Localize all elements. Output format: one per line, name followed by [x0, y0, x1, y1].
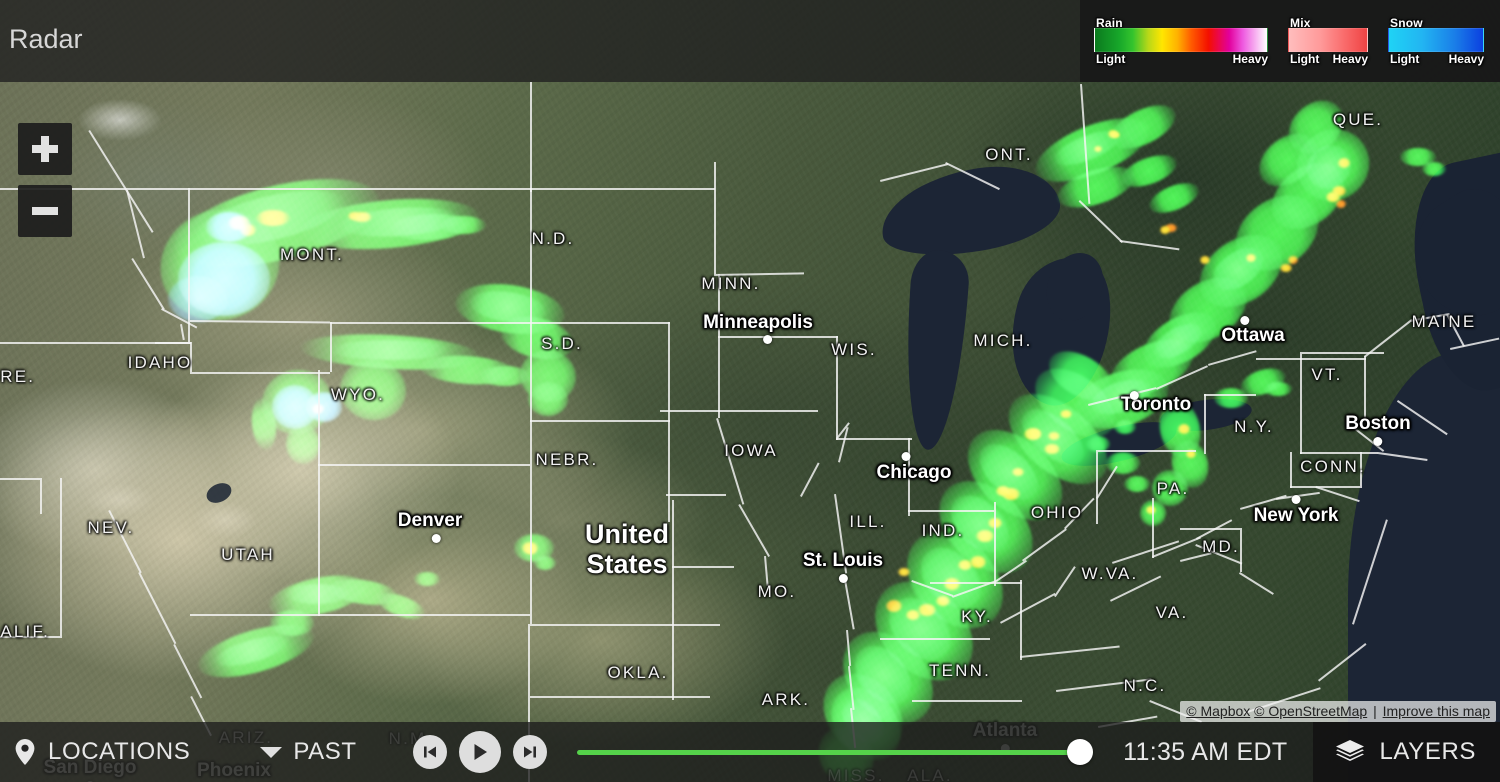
zoom-out-button[interactable] — [18, 185, 72, 237]
timeline-slider[interactable] — [576, 722, 1094, 782]
playback-controls — [412, 731, 547, 773]
zoom-controls — [18, 123, 72, 237]
radar-map-app: MONT. N.D. MINN. S.D. WIS. MICH. ONT. QUE. IDAHO… — [0, 0, 1500, 782]
skip-back-icon — [423, 746, 436, 758]
timeline-track[interactable] — [576, 749, 1094, 755]
skip-forward-icon — [523, 746, 536, 758]
minus-icon — [32, 207, 58, 215]
page-title: Radar — [9, 24, 83, 54]
zoom-in-button[interactable] — [18, 123, 72, 175]
mix-gradient-bar — [1288, 28, 1368, 52]
plus-icon — [32, 136, 58, 162]
legend-snow-light-label: Light — [1390, 52, 1420, 66]
bottom-control-bar: LOCATIONS PAST 11:35 AM EDT LAYERS — [0, 722, 1500, 782]
attribution-separator: | — [1373, 703, 1377, 719]
legend-rain-light-label: Light — [1096, 52, 1126, 66]
layers-label: LAYERS — [1379, 738, 1476, 765]
time-display: 11:35 AM EDT — [1123, 737, 1288, 766]
attribution-mapbox-link[interactable]: © Mapbox — [1186, 703, 1250, 719]
past-label: PAST — [293, 738, 357, 765]
locations-button[interactable]: LOCATIONS — [0, 722, 208, 782]
attribution-improve-link[interactable]: Improve this map — [1383, 703, 1490, 719]
legend-mix-light-label: Light — [1290, 52, 1320, 66]
past-dropdown-button[interactable]: PAST — [242, 722, 374, 782]
legend-rain-heavy-label: Heavy — [1232, 52, 1268, 66]
attribution-osm-link[interactable]: © OpenStreetMap — [1254, 703, 1367, 719]
rain-gradient-bar — [1094, 28, 1268, 52]
timeline-handle[interactable] — [1067, 739, 1094, 765]
layers-button[interactable]: LAYERS — [1313, 722, 1500, 782]
skip-back-button[interactable] — [412, 735, 447, 769]
snow-gradient-bar — [1388, 28, 1484, 52]
play-button[interactable] — [458, 731, 501, 773]
chevron-down-icon — [260, 746, 283, 758]
legend-mix-heavy-label: Heavy — [1332, 52, 1368, 66]
layers-stack-icon — [1336, 740, 1365, 761]
radar-legend: Rain Light Heavy Mix Light Heavy Snow Li… — [1080, 0, 1500, 82]
legend-snow-heavy-label: Heavy — [1448, 52, 1484, 66]
map-pin-icon — [15, 739, 35, 765]
locations-label: LOCATIONS — [48, 738, 191, 765]
play-icon — [474, 744, 487, 760]
radar-map-canvas[interactable]: MONT. N.D. MINN. S.D. WIS. MICH. ONT. QUE. IDAHO… — [0, 0, 1500, 782]
skip-forward-button[interactable] — [512, 735, 547, 769]
map-attribution: © Mapbox © OpenStreetMap | Improve this … — [1180, 701, 1496, 722]
